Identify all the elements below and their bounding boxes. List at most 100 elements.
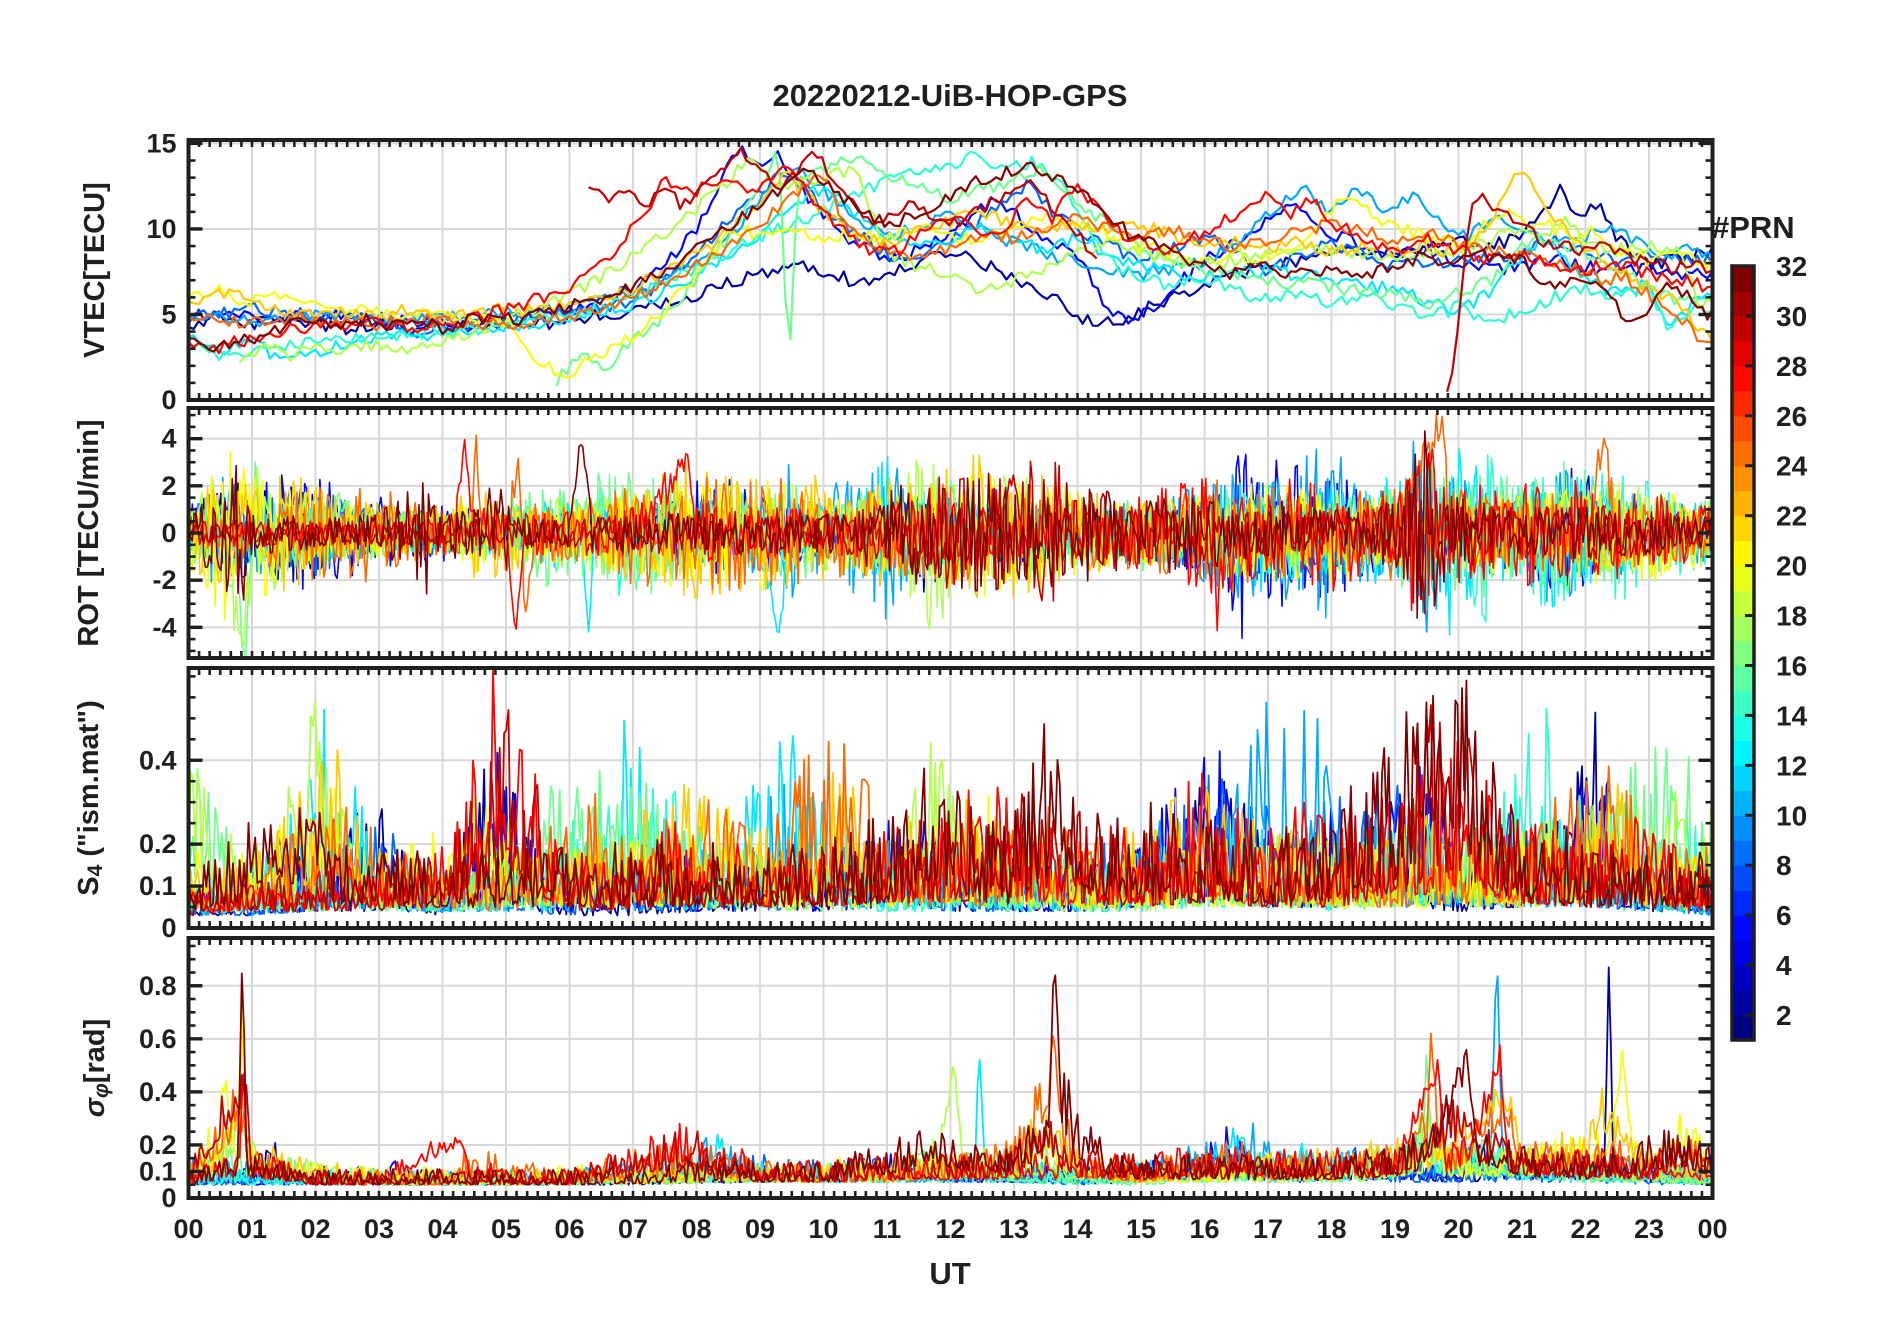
- colorbar: 2468101214161820222426283032: [1730, 251, 1808, 1042]
- ytick-label: -2: [152, 565, 176, 595]
- ytick-label: 4: [161, 424, 176, 454]
- colorbar-step: [1732, 440, 1754, 467]
- colorbar-tick-label: 10: [1776, 800, 1807, 831]
- xtick-label-12: 12: [935, 1214, 965, 1244]
- colorbar-step: [1732, 840, 1754, 866]
- xtick-label-09: 09: [745, 1214, 775, 1244]
- xtick-label-03: 03: [364, 1214, 394, 1244]
- y-axis-label-rot: ROT [TECU/min]: [73, 419, 105, 646]
- colorbar-step: [1732, 690, 1754, 717]
- colorbar-step: [1732, 765, 1754, 791]
- ytick-label: 0: [161, 518, 176, 548]
- xtick-label-07: 07: [618, 1214, 648, 1244]
- panel-s4: 0 0.1 0.2 0.4 S4 ("ism.mat"): [73, 666, 1715, 943]
- xtick-label-13: 13: [999, 1214, 1029, 1244]
- ytick-label: 0.6: [139, 1024, 177, 1054]
- xtick-label-01: 01: [237, 1214, 267, 1244]
- colorbar-step: [1732, 915, 1754, 941]
- xtick-label-00: 00: [173, 1214, 203, 1244]
- y-axis-label-s4: S4 ("ism.mat"): [73, 700, 107, 896]
- colorbar-step: [1732, 940, 1754, 966]
- xtick-label-17: 17: [1253, 1214, 1283, 1244]
- colorbar-step: [1732, 665, 1754, 692]
- ytick-label: -4: [152, 612, 176, 642]
- ytick-label: 0.8: [139, 971, 177, 1001]
- chart-title: 20220212-UiB-HOP-GPS: [772, 78, 1128, 113]
- xtick-label-10: 10: [808, 1214, 838, 1244]
- colorbar-step: [1732, 965, 1754, 991]
- colorbar-step: [1732, 740, 1754, 766]
- ytick-label: 2: [161, 471, 176, 501]
- xtick-label-04: 04: [427, 1214, 457, 1244]
- ytick-label: 5: [161, 299, 176, 329]
- colorbar-tick-label: 32: [1776, 251, 1807, 282]
- xtick-label-18: 18: [1316, 1214, 1346, 1244]
- colorbar-step: [1732, 815, 1754, 841]
- colorbar-step: [1732, 290, 1754, 317]
- colorbar-step: [1732, 515, 1754, 542]
- colorbar-step: [1732, 390, 1754, 417]
- colorbar-step: [1732, 365, 1754, 392]
- xtick-label-23: 23: [1634, 1214, 1664, 1244]
- colorbar-tick-label: 30: [1776, 301, 1807, 332]
- colorbar-tick-label: 24: [1776, 451, 1808, 482]
- colorbar-tick-label: 16: [1776, 650, 1807, 681]
- ytick-label: 0: [161, 913, 176, 943]
- xtick-label-00: 00: [1697, 1214, 1727, 1244]
- colorbar-step: [1732, 1015, 1754, 1041]
- gridlines: [188, 140, 1713, 400]
- colorbar-step: [1732, 790, 1754, 816]
- colorbar-step: [1732, 266, 1754, 292]
- chart-canvas: 051015VTEC[TECU]-4-2024ROT [TECU/min]00.…: [73, 128, 1808, 1244]
- ytick-label: 0.1: [139, 1156, 177, 1186]
- colorbar-step: [1732, 465, 1754, 492]
- series-prn-16: [555, 150, 1710, 387]
- xtick-label-02: 02: [300, 1214, 330, 1244]
- colorbar-step: [1732, 415, 1754, 442]
- colorbar-tick-label: 28: [1776, 351, 1807, 382]
- colorbar-step: [1732, 540, 1754, 567]
- xtick-label-08: 08: [681, 1214, 711, 1244]
- panel-vtec: 0 5 10 15 VTEC[TECU]: [79, 128, 1715, 415]
- colorbar-tick-label: 22: [1776, 501, 1807, 532]
- colorbar-tick-label: 6: [1776, 900, 1792, 931]
- colorbar-title: #PRN: [1712, 210, 1795, 245]
- xtick-label-15: 15: [1126, 1214, 1156, 1244]
- colorbar-step: [1732, 990, 1754, 1016]
- xtick-label-05: 05: [491, 1214, 521, 1244]
- y-axis-label-sigma: σφ[rad]: [79, 1019, 113, 1117]
- colorbar-step: [1732, 340, 1754, 367]
- colorbar-tick-label: 14: [1776, 700, 1808, 731]
- ytick-label: 0: [161, 385, 176, 415]
- figure-20220212-uib-hop-gps: 0 5 10 15 VTEC[TECU] -4 -2 0 2 4 ROT [TECU/min] 0 0.…: [0, 0, 1902, 1330]
- colorbar-step: [1732, 315, 1754, 342]
- colorbar-tick-label: 4: [1776, 950, 1792, 981]
- xtick-label-21: 21: [1507, 1214, 1537, 1244]
- xtick-label-14: 14: [1062, 1214, 1092, 1244]
- panel-sigma: 00.10.2 0.4 0.6 0.8 σφ[rad]: [79, 936, 1715, 1213]
- colorbar-tick-label: 8: [1776, 850, 1792, 881]
- colorbar-step: [1732, 715, 1754, 741]
- ytick-label: 0.2: [139, 829, 177, 859]
- ytick-label: 0.4: [139, 745, 177, 775]
- xtick-label-20: 20: [1443, 1214, 1473, 1244]
- ytick-label: 10: [146, 214, 176, 244]
- xtick-label-06: 06: [554, 1214, 584, 1244]
- y-axis-label-vtec: VTEC[TECU]: [79, 182, 111, 358]
- colorbar-step: [1732, 565, 1754, 592]
- colorbar-step: [1732, 615, 1754, 642]
- xtick-label-16: 16: [1189, 1214, 1219, 1244]
- xtick-label-22: 22: [1570, 1214, 1600, 1244]
- panel-rot: -4 -2 0 2 4 ROT [TECU/min]: [73, 406, 1715, 660]
- ytick-label: 15: [146, 128, 176, 158]
- x-axis-label: UT: [929, 1256, 971, 1291]
- ytick-label: 0: [161, 1183, 176, 1213]
- xtick-label-19: 19: [1380, 1214, 1410, 1244]
- colorbar-step: [1732, 865, 1754, 891]
- colorbar-tick-label: 2: [1776, 1000, 1792, 1031]
- colorbar-tick-label: 26: [1776, 401, 1807, 432]
- ytick-label: 0.4: [139, 1077, 177, 1107]
- colorbar-step: [1732, 590, 1754, 617]
- colorbar-step: [1732, 640, 1754, 667]
- colorbar-step: [1732, 890, 1754, 916]
